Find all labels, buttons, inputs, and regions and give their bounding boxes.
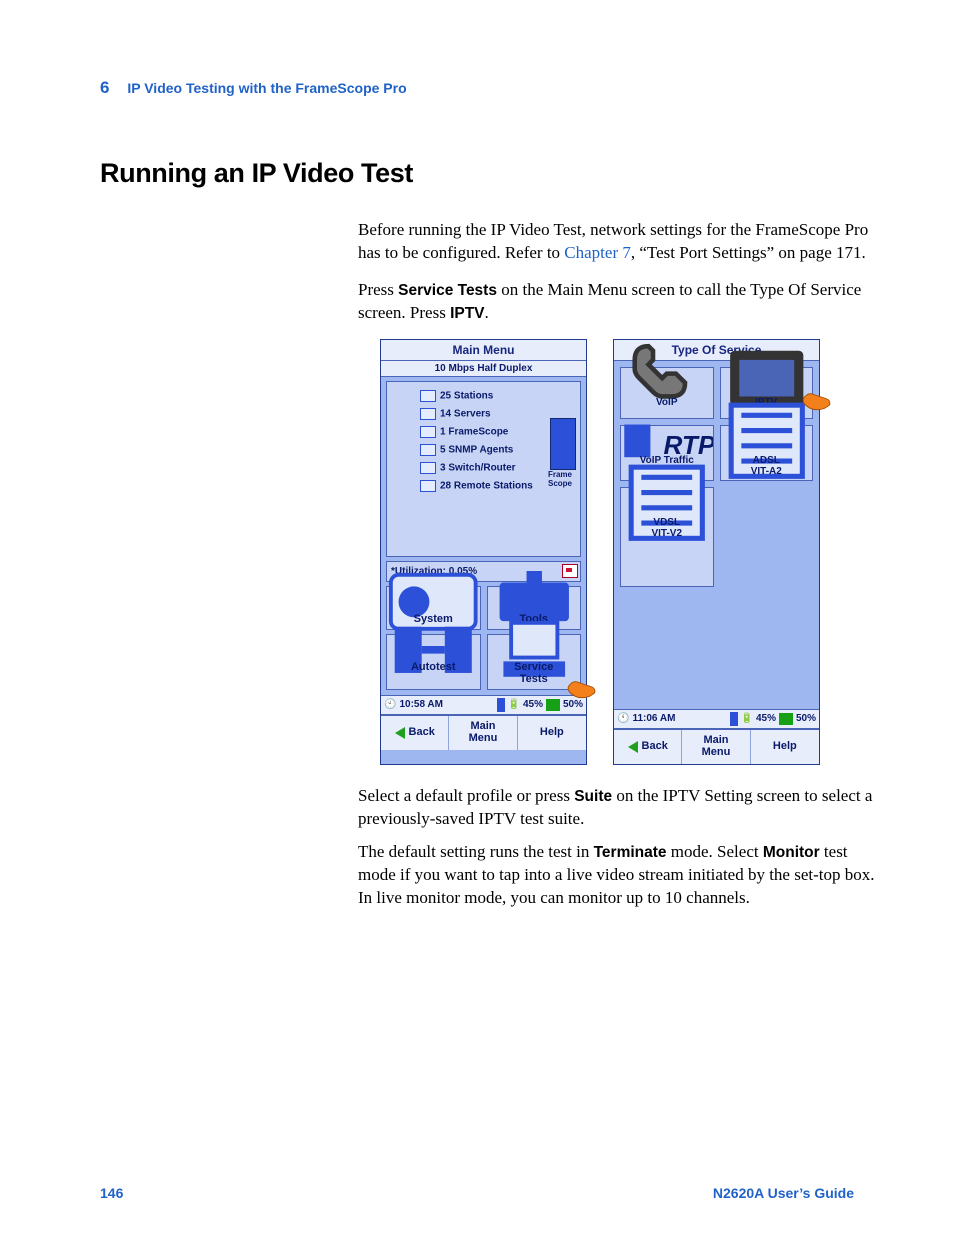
connector-icon xyxy=(497,698,505,712)
screen2-time: 11:06 AM xyxy=(632,713,675,724)
device-screenshots: Main Menu 10 Mbps Half Duplex Frame Scop… xyxy=(380,339,854,765)
guide-title-footer: N2620A User’s Guide xyxy=(713,1185,854,1201)
step-3: 3 The default setting runs the test in T… xyxy=(358,841,878,910)
service-tests-button-label: Service Tests xyxy=(514,661,553,685)
screen2-battery: 45% xyxy=(756,713,776,724)
service-tests-icon xyxy=(488,641,581,659)
section-heading: Running an IP Video Test xyxy=(100,158,854,189)
back-button-label: Back xyxy=(409,727,435,739)
help-button[interactable]: Help xyxy=(751,730,819,764)
step-3-text-a: The default setting runs the test in xyxy=(358,842,594,861)
link-icon xyxy=(546,699,560,711)
step-1-bold-iptv: IPTV xyxy=(450,305,484,322)
servers-icon xyxy=(420,408,436,420)
screen1-time: 10:58 AM xyxy=(399,699,443,710)
screen1-link-pct: 50% xyxy=(563,699,583,710)
tools-icon xyxy=(488,593,581,611)
empty-cell xyxy=(720,487,814,587)
page-number: 146 xyxy=(100,1185,123,1201)
phone-icon xyxy=(621,372,713,394)
back-button[interactable]: Back xyxy=(614,730,682,764)
page-header: 6 IP Video Testing with the FrameScope P… xyxy=(100,78,854,98)
screen1-subbar: 10 Mbps Half Duplex xyxy=(381,361,586,377)
pointer-hand-icon xyxy=(799,386,833,412)
screen-main-menu: Main Menu 10 Mbps Half Duplex Frame Scop… xyxy=(380,339,587,765)
step-1-text-a: Press xyxy=(358,280,398,299)
link-icon xyxy=(779,713,793,725)
step-2-text-a: Select a default profile or press xyxy=(358,786,574,805)
vdsl-button[interactable]: VDSL VIT-V2 xyxy=(620,487,714,587)
framescope-icon xyxy=(420,426,436,438)
back-arrow-icon xyxy=(395,727,405,739)
step-3-text-c: mode. Select xyxy=(667,842,763,861)
step-1-bold-service-tests: Service Tests xyxy=(398,282,497,299)
rtp-icon: RTP xyxy=(621,430,713,452)
autotest-button[interactable]: Autotest xyxy=(386,634,481,690)
screen1-navbar: Back Main Menu Help xyxy=(381,715,586,750)
back-arrow-icon xyxy=(628,741,638,753)
framescope-device-icon xyxy=(550,418,576,470)
screen2-navbar: Back Main Menu Help xyxy=(614,729,819,764)
tree-stations: 25 Stations xyxy=(420,390,577,402)
step-3-bold-monitor: Monitor xyxy=(763,844,820,861)
body-column: Before running the IP Video Test, networ… xyxy=(358,219,878,325)
pointer-hand-icon xyxy=(564,674,598,700)
main-menu-button[interactable]: Main Menu xyxy=(682,730,750,764)
screen-type-of-service: Type Of Service VoIP IPTV RTP VoIP Traff… xyxy=(613,339,820,765)
voip-button-label: VoIP xyxy=(656,397,677,408)
adsl-icon xyxy=(721,430,813,452)
chapter-number: 6 xyxy=(100,78,109,97)
autotest-icon xyxy=(387,641,480,659)
step-2: 2 Select a default profile or press Suit… xyxy=(358,785,878,831)
vdsl-button-label: VDSL VIT-V2 xyxy=(651,517,682,539)
back-button-label: Back xyxy=(642,741,668,753)
vdsl-icon xyxy=(621,492,713,514)
intro-paragraph: Before running the IP Video Test, networ… xyxy=(358,219,878,265)
voip-button[interactable]: VoIP xyxy=(620,367,714,419)
system-icon xyxy=(387,593,480,611)
screen1-titlebar: Main Menu xyxy=(381,340,586,361)
network-tree-panel: Frame Scope 25 Stations 14 Servers 1 Fra… xyxy=(386,381,581,557)
screen2-status-bar: 🕚 11:06 AM 45% 50% xyxy=(614,709,819,729)
screen2-link-pct: 50% xyxy=(796,713,816,724)
remote-icon xyxy=(420,480,436,492)
clock-icon: 🕚 xyxy=(617,713,629,724)
adsl-button[interactable]: ADSL VIT-A2 xyxy=(720,425,814,481)
screen1-status-bar: 🕙 10:58 AM 45% 50% xyxy=(381,695,586,715)
framescope-device-label: Frame Scope xyxy=(542,470,578,488)
clock-icon: 🕙 xyxy=(384,699,396,710)
battery-icon xyxy=(741,713,753,724)
connector-icon xyxy=(730,712,738,726)
step-1-text-e: . xyxy=(485,303,489,322)
help-button[interactable]: Help xyxy=(518,716,586,750)
adsl-button-label: ADSL VIT-A2 xyxy=(751,455,782,477)
step-2-bold-suite: Suite xyxy=(574,788,612,805)
intro-text-after: , “Test Port Settings” on page 171. xyxy=(631,243,866,262)
body-column-lower: 2 Select a default profile or press Suit… xyxy=(358,785,878,910)
screen1-battery: 45% xyxy=(523,699,543,710)
battery-icon xyxy=(508,699,520,710)
step-3-bold-terminate: Terminate xyxy=(594,844,667,861)
router-icon xyxy=(420,462,436,474)
autotest-button-label: Autotest xyxy=(411,661,456,673)
stations-icon xyxy=(420,390,436,402)
back-button[interactable]: Back xyxy=(381,716,449,750)
chapter-link[interactable]: Chapter 7 xyxy=(564,243,631,262)
main-menu-button[interactable]: Main Menu xyxy=(449,716,517,750)
step-1: 1 Press Service Tests on the Main Menu s… xyxy=(358,279,878,325)
chapter-title: IP Video Testing with the FrameScope Pro xyxy=(127,80,406,96)
snmp-icon xyxy=(420,444,436,456)
